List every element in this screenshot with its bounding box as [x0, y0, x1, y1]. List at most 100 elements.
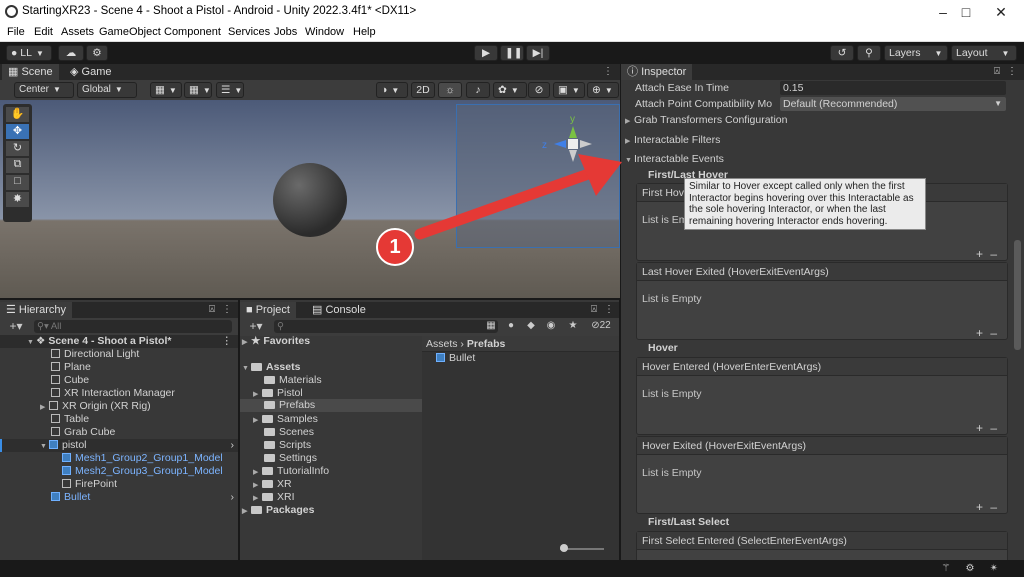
menu-edit[interactable]: Edit — [34, 26, 53, 38]
tree-folder[interactable]: ▶ XRI — [253, 491, 295, 504]
hierarchy-row[interactable]: Grab Cube — [0, 426, 238, 439]
scale-tool-icon[interactable]: ⧉ — [6, 158, 29, 173]
step-button[interactable]: ▶| — [526, 45, 550, 61]
menu-component[interactable]: Component — [164, 26, 221, 38]
grid-visibility-icon[interactable]: ▦ ▼ — [184, 82, 212, 98]
hierarchy-row[interactable]: Plane — [0, 361, 238, 374]
remove-event-icon[interactable]: – — [990, 421, 997, 435]
grid-snap-icon[interactable]: ▦ ▼ — [150, 82, 182, 98]
tree-folder[interactable]: Settings — [264, 452, 317, 465]
create-add-icon[interactable]: +▾ — [4, 318, 28, 334]
tab-inspector[interactable]: ⓘ Inspector — [621, 64, 693, 80]
filter-type-icon[interactable]: ● — [504, 318, 518, 334]
tab-hierarchy[interactable]: ☰ Hierarchy — [0, 302, 72, 318]
space-dropdown[interactable]: Global ▼ — [77, 82, 137, 98]
rect-tool-icon[interactable]: □ — [6, 175, 29, 190]
rotate-tool-icon[interactable]: ↻ — [6, 141, 29, 156]
lock-icon[interactable]: ⍓ — [206, 302, 218, 318]
foldout-grab-transformers[interactable]: ▶ Grab Transformers Configuration — [625, 114, 787, 126]
layers-dropdown[interactable]: Layers ▼ — [884, 45, 948, 61]
pause-button[interactable]: ❚❚ — [500, 45, 524, 61]
add-event-icon[interactable]: + — [976, 500, 983, 514]
close-button[interactable]: ✕ — [978, 0, 1024, 24]
more-options-icon[interactable]: ⋮ — [604, 302, 614, 318]
tree-folder[interactable]: Materials — [264, 374, 322, 387]
file-item[interactable]: Bullet — [436, 352, 475, 365]
lock-icon[interactable]: ⍓ — [588, 302, 600, 318]
history-icon[interactable]: ↺ — [830, 45, 854, 61]
hierarchy-row[interactable]: Table — [0, 413, 238, 426]
hidden-packages-count[interactable]: ⊘22 — [586, 318, 616, 334]
menu-help[interactable]: Help — [353, 26, 376, 38]
build-icon[interactable]: ⚙ — [962, 561, 978, 577]
hierarchy-row[interactable]: Directional Light — [0, 348, 238, 361]
project-search-input[interactable]: ⚲ — [274, 320, 498, 333]
filter-log-icon[interactable]: ◉ — [544, 318, 558, 334]
progress-icon[interactable]: ⚚ — [938, 561, 954, 577]
tree-folder[interactable]: ▶ XR — [253, 478, 292, 491]
tree-folder[interactable]: Scripts — [264, 439, 311, 452]
tree-folder[interactable]: ▶ TutorialInfo — [253, 465, 329, 478]
toggle-2d-button[interactable]: 2D — [411, 82, 435, 98]
attach-ease-field[interactable]: 0.15 — [780, 81, 1006, 95]
pivot-dropdown[interactable]: Center ▼ — [14, 82, 74, 98]
effects-icon[interactable]: ✿ ▼ — [493, 82, 527, 98]
tree-packages[interactable]: ▶ Packages — [242, 504, 314, 517]
tree-folder[interactable]: ▶ Samples — [253, 413, 318, 426]
remove-event-icon[interactable]: – — [990, 500, 997, 514]
hierarchy-row[interactable]: Mesh2_Group3_Group1_Model — [0, 465, 238, 478]
increment-snap-icon[interactable]: ☰ ▼ — [216, 82, 244, 98]
hand-tool-icon[interactable]: ✋ — [6, 107, 29, 122]
hierarchy-row[interactable]: ▶ XR Origin (XR Rig) — [0, 400, 238, 413]
lighting-icon[interactable]: ☼ — [438, 82, 462, 98]
favorite-star-icon[interactable]: ★ — [566, 318, 580, 334]
search-icon[interactable]: ⚲ — [857, 45, 881, 61]
chevron-right-icon[interactable]: › — [231, 491, 235, 504]
menu-jobs[interactable]: Jobs — [274, 26, 297, 38]
menu-services[interactable]: Services — [228, 26, 270, 38]
foldout-interactable-events[interactable]: ▼ Interactable Events — [625, 153, 724, 165]
tree-folder-selected[interactable]: Prefabs — [240, 399, 422, 412]
breadcrumb-assets[interactable]: Assets — [426, 338, 458, 350]
shading-mode-icon[interactable]: ◑ ▼ — [376, 82, 408, 98]
filter-label-icon[interactable]: ◆ — [524, 318, 538, 334]
camera-icon[interactable]: ▣ ▼ — [553, 82, 585, 98]
foldout-interactable-filters[interactable]: ▶ Interactable Filters — [625, 134, 720, 146]
add-event-icon[interactable]: + — [976, 326, 983, 340]
more-options-icon[interactable]: ⋮ — [603, 64, 613, 80]
collab-icon[interactable]: ⚙ — [86, 45, 108, 61]
add-event-icon[interactable]: + — [976, 421, 983, 435]
tab-game[interactable]: ◈ Game — [64, 64, 117, 80]
chevron-right-icon[interactable]: › — [231, 439, 235, 452]
create-add-icon[interactable]: +▾ — [244, 318, 268, 334]
add-event-icon[interactable]: + — [976, 247, 983, 261]
attach-point-dropdown[interactable]: Default (Recommended) ▼ — [780, 97, 1006, 111]
hierarchy-row[interactable]: Mesh1_Group2_Group1_Model — [0, 452, 238, 465]
remove-event-icon[interactable]: – — [990, 326, 997, 340]
breadcrumb-prefabs[interactable]: Prefabs — [467, 338, 506, 350]
more-options-icon[interactable]: ⋮ — [222, 302, 232, 318]
move-tool-icon[interactable]: ✥ — [6, 124, 29, 139]
hierarchy-row[interactable]: Cube — [0, 374, 238, 387]
hierarchy-scene-row[interactable]: ▼ ❖ Scene 4 - Shoot a Pistol* ⋮ — [0, 335, 238, 348]
menu-window[interactable]: Window — [305, 26, 344, 38]
tab-project[interactable]: ■ Project — [240, 302, 296, 318]
menu-gameobject[interactable]: GameObject — [99, 26, 161, 38]
more-options-icon[interactable]: ⋮ — [222, 335, 233, 348]
debug-icon[interactable]: ✴ — [986, 561, 1002, 577]
account-dropdown[interactable]: ● LL ▼ — [6, 45, 52, 61]
tree-favorites[interactable]: ▶ ★ Favorites — [242, 335, 310, 348]
tab-console[interactable]: ▤ Console — [306, 302, 372, 318]
hierarchy-row-selected[interactable]: ▼ pistol › — [0, 439, 238, 452]
menu-file[interactable]: File — [7, 26, 25, 38]
hierarchy-row[interactable]: XR Interaction Manager — [0, 387, 238, 400]
search-filter-icon[interactable]: ▦ — [484, 318, 498, 334]
play-button[interactable]: ▶ — [474, 45, 498, 61]
more-options-icon[interactable]: ⋮ — [1007, 64, 1017, 80]
menu-assets[interactable]: Assets — [61, 26, 94, 38]
hierarchy-search-input[interactable]: ⚲▾ All — [34, 320, 232, 333]
zoom-slider-handle[interactable] — [560, 544, 568, 552]
tree-assets[interactable]: ▼ Assets — [242, 361, 300, 374]
layout-dropdown[interactable]: Layout ▼ — [951, 45, 1017, 61]
inspector-scrollbar[interactable] — [1014, 240, 1021, 350]
